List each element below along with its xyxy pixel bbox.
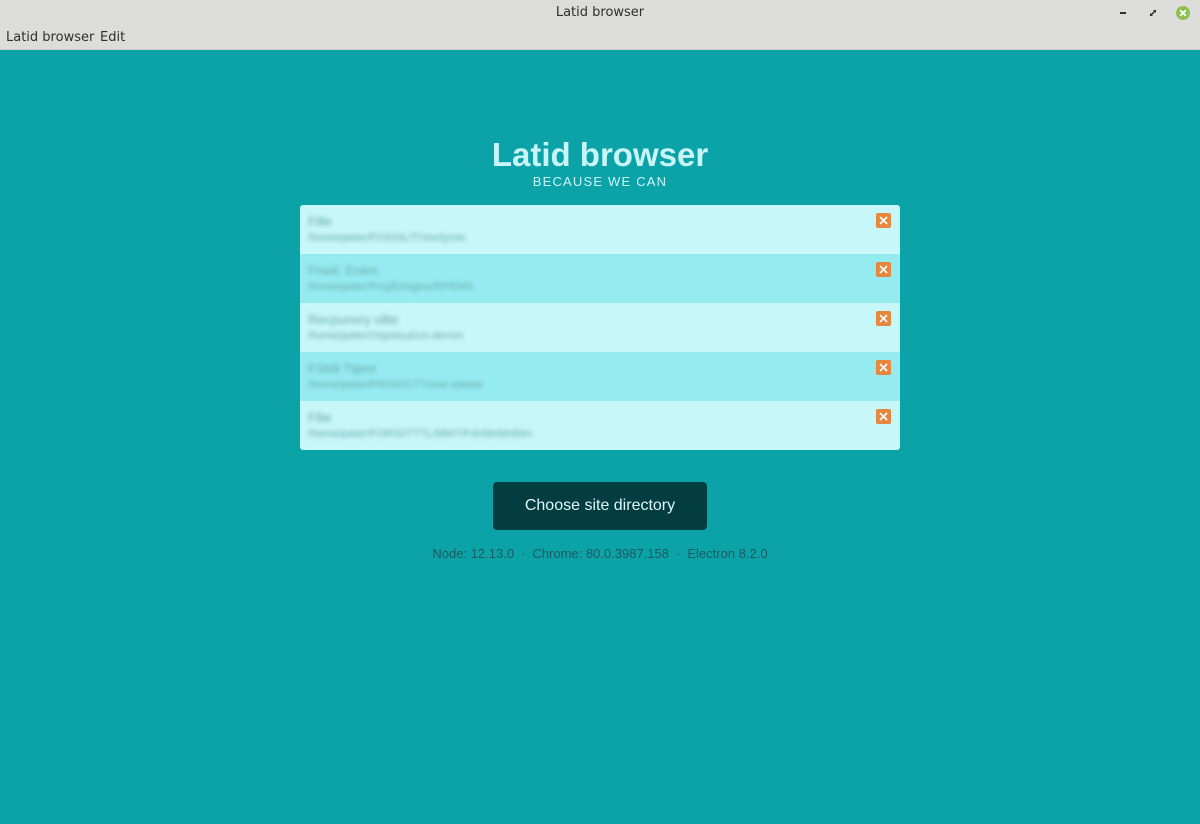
version-separator: · xyxy=(676,546,681,561)
site-path: /home/peter/FOSSIL/T/Vocfy/vlo xyxy=(308,232,466,244)
site-list-item[interactable]: Recpunory ollte /home/peter/Ospsiout/un-… xyxy=(300,303,900,352)
site-path: /home/peter/PROG/CTT/one-sitesie xyxy=(308,379,483,391)
close-icon[interactable] xyxy=(1174,4,1192,22)
electron-version: Electron 8.2.0 xyxy=(687,546,768,561)
menu-bar: Latid browser Edit xyxy=(0,26,1200,50)
site-name: Fnwil. Eniim xyxy=(308,263,379,278)
remove-site-icon[interactable] xyxy=(876,360,891,375)
site-list: Fille /home/peter/FOSSIL/T/Vocfy/vlo Fnw… xyxy=(300,205,900,450)
minimize-icon[interactable] xyxy=(1114,4,1132,22)
maximize-icon[interactable] xyxy=(1144,4,1162,22)
chrome-version: Chrome: 80.0.3987.158 xyxy=(532,546,670,561)
version-info: Node: 12.13.0 · Chrome: 80.0.3987.158 · Elec… xyxy=(0,546,1200,562)
site-list-item[interactable]: Fille /home/peter/FOSSIL/T/Vocfy/vlo xyxy=(300,205,900,254)
site-path: /home/peter/Ospsiout/un-dernm xyxy=(308,330,464,342)
site-name: Fllie xyxy=(308,410,332,425)
window-title: Latid browser xyxy=(555,5,645,20)
remove-site-icon[interactable] xyxy=(876,409,891,424)
menu-item-app[interactable]: Latid browser xyxy=(6,29,94,46)
remove-site-icon[interactable] xyxy=(876,213,891,228)
site-name: Fille xyxy=(308,214,332,229)
node-version: Node: 12.13.0 xyxy=(432,546,515,561)
version-separator: · xyxy=(521,546,526,561)
window-titlebar: Latid browser xyxy=(0,0,1200,26)
remove-site-icon[interactable] xyxy=(876,311,891,326)
site-list-item[interactable]: Fllie /home/peter/FORSI/TTTL/MMT/Fdnfdnf… xyxy=(300,401,900,450)
site-list-item[interactable]: FStiill Ttjere /home/peter/PROG/CTT/one-… xyxy=(300,352,900,401)
app-tagline: BECAUSE WE CAN xyxy=(532,174,668,189)
app-title: Latid browser xyxy=(491,136,709,173)
menu-item-edit[interactable]: Edit xyxy=(100,29,125,46)
choose-site-directory-button[interactable]: Choose site directory xyxy=(493,482,707,530)
site-name: Recpunory ollte xyxy=(308,312,399,327)
site-name: FStiill Ttjere xyxy=(308,361,377,376)
site-list-item[interactable]: Fnwil. Eniim /home/peter/Proj/Eimgins/RP… xyxy=(300,254,900,303)
site-path: /home/peter/FORSI/TTTL/MMT/Fdnfdnfdnfdm xyxy=(308,428,532,440)
remove-site-icon[interactable] xyxy=(876,262,891,277)
site-path: /home/peter/Proj/Eimgins/RPEMS xyxy=(308,281,474,293)
